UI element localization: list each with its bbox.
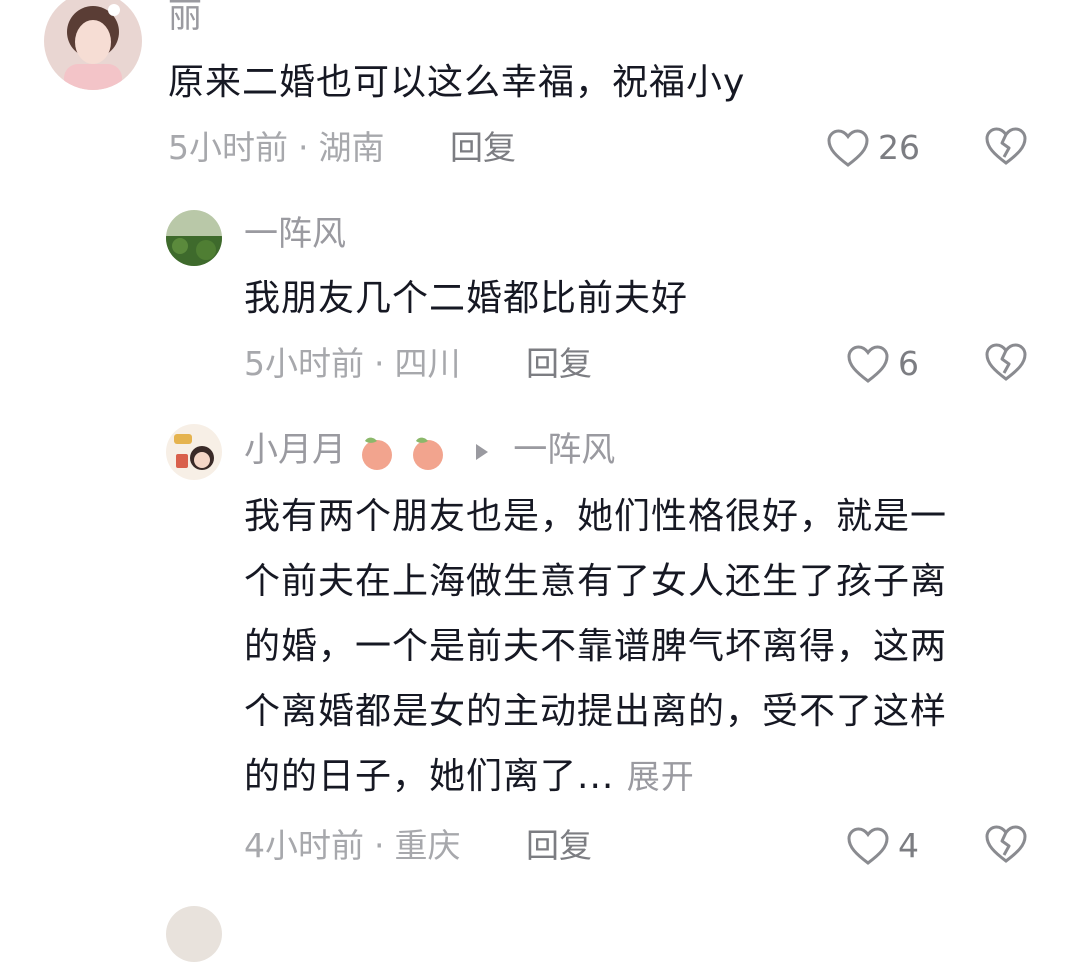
comment-time: 5小时前: [168, 128, 288, 167]
heart-outline-icon: [847, 345, 889, 383]
like-button[interactable]: 4: [846, 824, 919, 868]
comment-username[interactable]: 一阵风: [244, 214, 346, 254]
comment-text: 我有两个朋友也是，她们性格很好，就是一 个前夫在上海做生意有了女人还生了孩子离 …: [244, 484, 1044, 809]
comment-username[interactable]: 小月月: [244, 430, 346, 470]
meta-separator: ·: [374, 344, 385, 383]
comment-item: 丽 原来二婚也可以这么幸福，祝福小y 5小时前 · 湖南 回复 26: [0, 0, 1080, 190]
like-button[interactable]: 26: [826, 126, 920, 170]
reply-button[interactable]: 回复: [450, 128, 516, 168]
like-button[interactable]: 6: [846, 342, 919, 386]
broken-heart-icon: [985, 127, 1027, 165]
expand-button[interactable]: 展开: [627, 757, 695, 796]
comment-text: 原来二婚也可以这么幸福，祝福小y: [168, 62, 746, 103]
meta-separator: ·: [374, 826, 385, 865]
broken-heart-icon: [985, 825, 1027, 863]
play-triangle-icon: [476, 443, 489, 460]
comment-text: 我朋友几个二婚都比前夫好: [244, 278, 689, 319]
comment-location: 湖南: [318, 128, 385, 167]
comment-text-line: 的的日子，她们离了...: [244, 756, 615, 797]
comment-username-row: 小月月 一阵风: [244, 430, 615, 472]
comment-time: 5小时前: [244, 344, 364, 383]
comment-meta: 4小时前 · 重庆: [244, 826, 461, 866]
next-comment-avatar-partial[interactable]: [166, 906, 222, 962]
avatar[interactable]: [44, 0, 142, 90]
like-count: 4: [898, 826, 919, 865]
comment-text-line: 个离婚都是女的主动提出离的，受不了这样: [244, 691, 948, 732]
comment-text-line: 个前夫在上海做生意有了女人还生了孩子离: [244, 561, 948, 602]
comment-text-line: 我有两个朋友也是，她们性格很好，就是一: [244, 496, 948, 537]
comment-time: 4小时前: [244, 826, 364, 865]
comment-text-last-line: 的的日子，她们离了... 展开: [244, 744, 1044, 809]
dislike-button[interactable]: [984, 342, 1028, 386]
like-count: 6: [898, 344, 919, 383]
comment-username[interactable]: 丽: [168, 0, 202, 36]
reply-button[interactable]: 回复: [526, 344, 592, 384]
avatar[interactable]: [166, 210, 222, 266]
comment-meta: 5小时前 · 湖南: [168, 128, 385, 168]
heart-outline-icon: [827, 129, 869, 167]
dislike-button[interactable]: [984, 824, 1028, 868]
heart-outline-icon: [847, 827, 889, 865]
broken-heart-icon: [985, 343, 1027, 381]
peach-icon: [361, 437, 392, 470]
like-count: 26: [878, 128, 920, 167]
peach-icon: [412, 437, 443, 470]
dislike-button[interactable]: [984, 126, 1028, 170]
meta-separator: ·: [298, 128, 309, 167]
reply-button[interactable]: 回复: [526, 826, 592, 866]
reply-to-username[interactable]: 一阵风: [513, 430, 615, 470]
comment-location: 四川: [394, 344, 461, 383]
comment-item: 一阵风 我朋友几个二婚都比前夫好 5小时前 · 四川 回复 6: [0, 200, 1080, 400]
comment-text-line: 的婚，一个是前夫不靠谱脾气坏离得，这两: [244, 626, 948, 667]
comment-location: 重庆: [394, 826, 461, 865]
comment-item: 小月月 一阵风 我有两个朋友也是，她们性格很好，就是一 个前夫在上海做生意有了女…: [0, 420, 1080, 890]
comment-meta: 5小时前 · 四川: [244, 344, 461, 384]
avatar[interactable]: [166, 424, 222, 480]
